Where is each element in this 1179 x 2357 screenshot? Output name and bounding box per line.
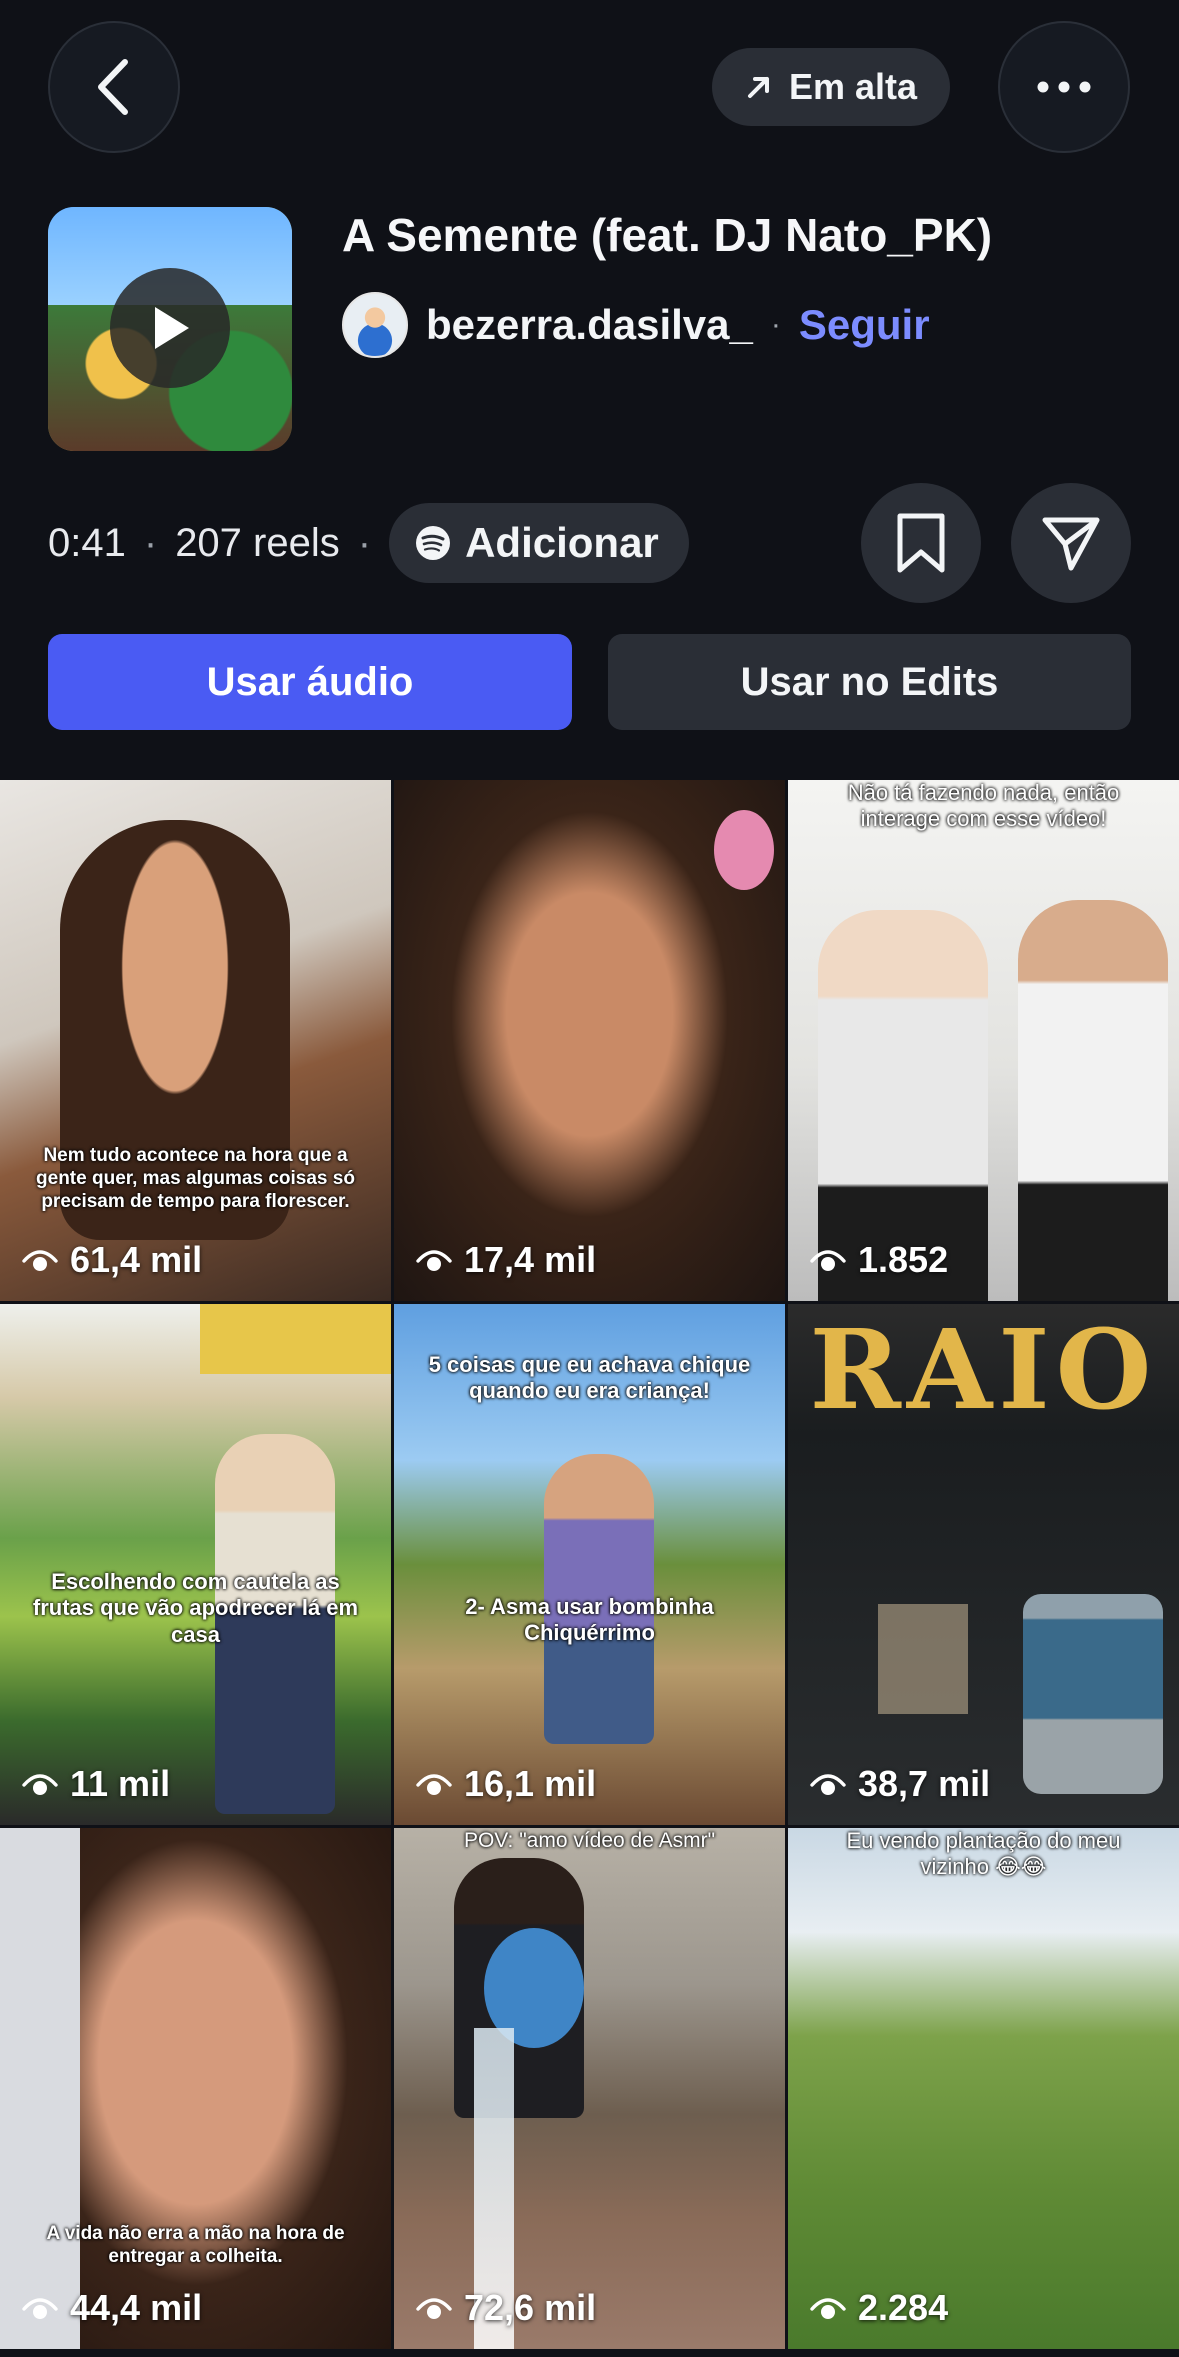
- more-button[interactable]: [998, 21, 1130, 153]
- save-button[interactable]: [861, 483, 981, 603]
- trending-arrow-icon: [747, 77, 769, 98]
- view-count-value: 44,4 mil: [70, 2287, 203, 2328]
- reel-tile[interactable]: Escolhendo com cautela as frutas que vão…: [0, 1304, 391, 1825]
- eye-icon: [810, 2298, 846, 2319]
- reel-caption-secondary: 2- Asma usar bombinha Chiquérrimo: [465, 1594, 714, 1646]
- reel-tile[interactable]: POV: "amo vídeo de Asmr" 72,6 mil: [394, 1828, 785, 2349]
- play-button[interactable]: [110, 268, 230, 388]
- view-count-value: 61,4 mil: [70, 1239, 203, 1280]
- view-count-value: 16,1 mil: [464, 1763, 597, 1804]
- reel-tile[interactable]: Eu vendo plantação do meu vizinho 😂😂 2.2…: [788, 1828, 1179, 2349]
- view-count: 38,7 mil: [810, 1763, 990, 1805]
- view-count-value: 17,4 mil: [464, 1239, 597, 1280]
- view-count: 61,4 mil: [22, 1239, 202, 1281]
- reel-caption: Eu vendo plantação do meu vizinho 😂😂: [846, 1828, 1121, 1880]
- reel-thumbnail: [878, 1604, 968, 1714]
- reel-caption: Não tá fazendo nada, então interage com …: [847, 780, 1120, 832]
- reel-thumbnail: [200, 1304, 391, 1374]
- view-count: 2.284: [810, 2287, 948, 2329]
- eye-icon: [810, 1250, 846, 1271]
- reel-thumbnail: [1023, 1594, 1163, 1794]
- reels-count: 207 reels: [175, 520, 340, 565]
- reel-tile[interactable]: RAIO 38,7 mil: [788, 1304, 1179, 1825]
- separator: ·: [357, 520, 372, 565]
- author-name[interactable]: bezerra.dasilva_: [426, 301, 753, 349]
- back-button[interactable]: [48, 21, 180, 153]
- reel-thumbnail: [1018, 900, 1168, 1301]
- eye-icon: [416, 1250, 452, 1271]
- share-icon: [1042, 517, 1100, 571]
- use-in-edits-button[interactable]: Usar no Edits: [608, 634, 1131, 730]
- reel-caption: Nem tudo acontece na hora que a gente qu…: [36, 1145, 355, 1212]
- separator: ·: [770, 308, 781, 341]
- bookmark-icon: [897, 513, 945, 573]
- eye-icon: [416, 2298, 452, 2319]
- view-count-value: 72,6 mil: [464, 2287, 597, 2328]
- reels-grid: Nem tudo acontece na hora que a gente qu…: [0, 780, 1179, 2357]
- view-count-value: 2.284: [858, 2287, 949, 2328]
- trending-label: Em alta: [788, 66, 918, 107]
- view-count-value: 38,7 mil: [858, 1763, 991, 1804]
- eye-icon: [810, 1774, 846, 1795]
- reel-thumbnail: [0, 1828, 80, 2349]
- add-to-spotify-button[interactable]: Adicionar: [389, 503, 689, 583]
- view-count-value: 11 mil: [70, 1763, 171, 1804]
- reel-tile[interactable]: A vida não erra a mão na hora de entrega…: [0, 1828, 391, 2349]
- reel-caption: 5 coisas que eu achava chique quando eu …: [428, 1352, 751, 1404]
- view-count: 16,1 mil: [416, 1763, 596, 1805]
- reel-caption: Escolhendo com cautela as frutas que vão…: [32, 1569, 359, 1647]
- reel-tile[interactable]: 17,4 mil: [394, 780, 785, 1301]
- view-count: 44,4 mil: [22, 2287, 202, 2329]
- add-label: Adicionar: [465, 519, 659, 566]
- reel-tile[interactable]: Nem tudo acontece na hora que a gente qu…: [0, 780, 391, 1301]
- follow-button[interactable]: Seguir: [799, 301, 930, 349]
- separator: ·: [143, 520, 158, 565]
- reel-caption: RAIO: [809, 1305, 1158, 1434]
- reel-caption: POV: "amo vídeo de Asmr": [463, 1829, 716, 1852]
- view-count: 1.852: [810, 1239, 948, 1281]
- duration: 0:41: [48, 520, 126, 565]
- use-audio-button[interactable]: Usar áudio: [48, 634, 572, 730]
- spotify-icon: [416, 526, 451, 560]
- view-count-value: 1.852: [858, 1239, 949, 1280]
- view-count: 11 mil: [22, 1763, 170, 1805]
- trending-button[interactable]: Em alta: [712, 48, 950, 126]
- reel-thumbnail: [714, 810, 774, 890]
- view-count: 17,4 mil: [416, 1239, 596, 1281]
- eye-icon: [22, 1250, 58, 1271]
- eye-icon: [22, 1774, 58, 1795]
- eye-icon: [416, 1774, 452, 1795]
- reel-caption: A vida não erra a mão na hora de entrega…: [46, 2223, 345, 2267]
- play-icon: [155, 307, 189, 349]
- meta-row: 0:41 · 207 reels · Adicionar: [48, 503, 689, 583]
- reel-tile[interactable]: 5 coisas que eu achava chique quando eu …: [394, 1304, 785, 1825]
- avatar[interactable]: [342, 292, 408, 358]
- reel-tile[interactable]: Não tá fazendo nada, então interage com …: [788, 780, 1179, 1301]
- back-icon: [98, 59, 128, 115]
- view-count: 72,6 mil: [416, 2287, 596, 2329]
- eye-icon: [22, 2298, 58, 2319]
- track-title: A Semente (feat. DJ Nato_PK): [342, 209, 993, 261]
- author-row: bezerra.dasilva_ · Seguir: [342, 292, 930, 358]
- share-button[interactable]: [1011, 483, 1131, 603]
- more-icon: [1037, 81, 1091, 93]
